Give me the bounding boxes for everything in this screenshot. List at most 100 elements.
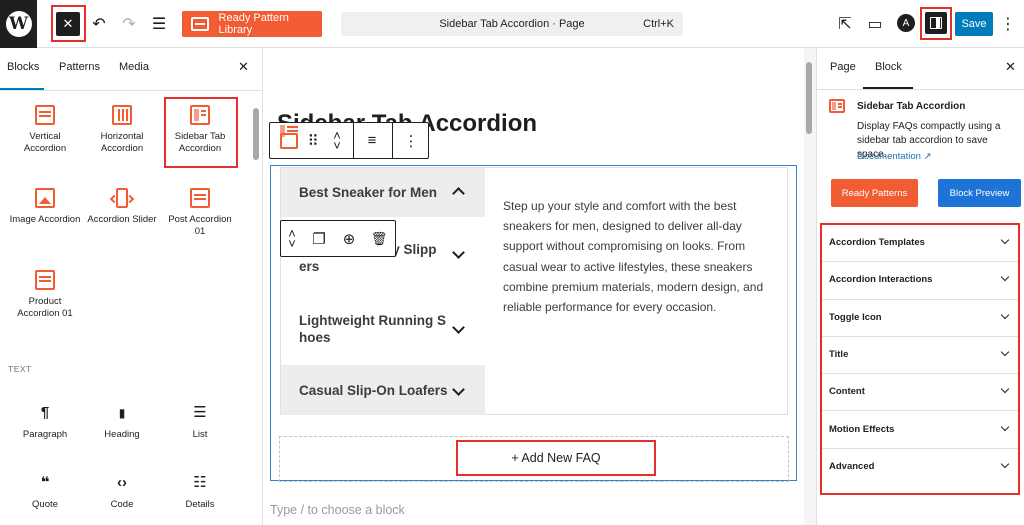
code-icon: ‹› [117,474,127,491]
panel-title[interactable]: Title [822,337,1018,375]
panel-label: Accordion Templates [829,237,925,248]
faq-tab-item[interactable]: Lightweight Running Shoes [281,284,485,365]
settings-sidebar: Page Block ✕ Sidebar Tab Accordion Displ… [816,48,1024,525]
accordion-container: Best Sneaker for Men by Slipp ers Lightwe… [280,167,788,415]
tab-media[interactable]: Media [119,61,149,73]
panel-accordion-interactions[interactable]: Accordion Interactions [822,262,1018,300]
align-icon[interactable]: ≡ [358,123,386,158]
block-list[interactable]: ☰ List [164,403,236,441]
editor-canvas: Sidebar Tab Accordion ⠿ ˄ ˅ ≡ ⋮ Best Sne… [263,48,816,525]
panel-label: Motion Effects [829,423,895,435]
block-label: Horizontal Accordion [100,131,144,154]
block-preview-button[interactable]: Block Preview [938,179,1021,207]
panel-label: Title [829,348,849,360]
ready-patterns-button[interactable]: Ready Patterns [831,179,918,207]
close-sidebar-icon[interactable]: ✕ [1005,59,1016,75]
add-new-faq-button[interactable]: + Add New FAQ [456,440,656,476]
move-buttons[interactable]: ˄ ˅ [326,123,348,158]
faq-tab-item[interactable]: Best Sneaker for Men [281,168,485,217]
tab-blocks[interactable]: Blocks [7,61,39,73]
panel-motion-effects[interactable]: Motion Effects [822,412,1018,449]
duplicate-icon[interactable]: ❐ [307,221,331,256]
chevron-down-icon [452,383,465,396]
drag-handle-icon[interactable]: ⠿ [304,123,322,158]
panel-label: Toggle Icon [829,311,882,323]
list-icon: ☰ [193,404,207,421]
block-post-accordion[interactable]: Post Accordion 01 [164,188,236,238]
horizontal-accordion-icon [112,105,132,125]
block-type-button[interactable] [278,123,300,158]
preview-device-icon[interactable]: ▭ [865,14,885,34]
block-product-accordion[interactable]: Product Accordion 01 [9,270,81,320]
panel-toggle-icon[interactable]: Toggle Icon [822,300,1018,337]
block-appender-placeholder[interactable]: Type / to choose a block [270,503,405,517]
ready-pattern-library-button[interactable]: Ready Pattern Library [182,11,322,37]
command-palette-bar[interactable]: Sidebar Tab Accordion · Page Ctrl+K [341,12,683,36]
options-menu-icon[interactable]: ⋮ [998,14,1018,34]
panel-advanced[interactable]: Advanced [822,449,1018,486]
block-sidebar-tab-accordion[interactable]: Sidebar Tab Accordion [164,105,236,155]
panel-label: Advanced [829,460,875,472]
documentation-link[interactable]: Documentation ↗ [857,151,932,162]
save-button[interactable]: Save [955,12,993,36]
faq-answer-text: Step up your style and comfort with the … [503,199,764,315]
post-accordion-icon [190,188,210,208]
block-details[interactable]: ☷ Details [164,473,236,511]
block-label: Product Accordion 01 [17,296,73,319]
close-inserter-icon[interactable]: ✕ [238,59,249,75]
block-accordion-slider[interactable]: Accordion Slider [86,188,158,226]
tab-page[interactable]: Page [830,61,856,73]
block-inserter-panel: Blocks Patterns Media ✕ Vertical Accordi… [0,48,263,525]
block-code[interactable]: ‹› Code [86,473,158,511]
astra-settings-icon[interactable]: A [897,14,915,32]
faq-tab-item[interactable]: Casual Slip-On Loafers [281,365,485,415]
pattern-library-icon [191,17,209,31]
editor-top-bar: W ✕ ↶ ↷ ☰ Ready Pattern Library Sidebar … [0,0,1024,48]
inserter-scrollbar[interactable] [253,108,259,160]
panel-content[interactable]: Content [822,374,1018,412]
chevron-down-icon [1000,347,1010,357]
canvas-scrollbar[interactable] [806,62,812,134]
move-down-icon[interactable]: ˅ [333,139,341,152]
chevron-down-icon [1000,235,1010,245]
block-label: Sidebar Tab Accordion [174,131,226,154]
block-label: Details [185,499,215,510]
chevron-down-icon [1000,273,1010,282]
document-overview-icon[interactable]: ☰ [149,14,169,34]
chevron-down-icon [1000,459,1010,469]
chevron-down-icon [452,321,465,334]
divider [392,123,393,158]
view-page-icon[interactable]: ⇱ [835,14,855,34]
block-quote[interactable]: ❝ Quote [9,473,81,511]
add-item-icon[interactable]: ⊕ [337,221,361,256]
block-horizontal-accordion[interactable]: Horizontal Accordion [86,105,158,155]
chevron-down-icon [1000,384,1010,394]
block-label: Image Accordion [9,214,81,225]
block-options-icon[interactable]: ⋮ [398,123,424,158]
block-label: Accordion Slider [87,214,157,225]
command-shortcut: Ctrl+K [643,18,674,30]
move-down-icon[interactable]: ˅ [288,237,296,250]
delete-icon[interactable]: 🗑 [367,221,391,256]
sidebar-tab-accordion-block[interactable]: Best Sneaker for Men by Slipp ers Lightwe… [270,165,797,481]
move-buttons[interactable]: ˄ ˅ [283,221,301,256]
panel-accordion-templates[interactable]: Accordion Templates [822,225,1018,263]
divider [0,90,262,91]
close-inserter-button[interactable]: ✕ [56,12,80,36]
wordpress-icon: W [5,11,32,37]
block-heading[interactable]: ▮ Heading [86,403,158,441]
block-label: Quote [32,499,58,510]
tab-block[interactable]: Block [875,61,902,73]
undo-icon[interactable]: ↶ [89,14,109,34]
block-label: List [192,429,208,440]
block-image-accordion[interactable]: Image Accordion [9,188,81,226]
block-paragraph[interactable]: ¶ Paragraph [9,403,81,441]
faq-tab-label: Best Sneaker for Men [299,185,438,200]
sidebar-tab-accordion-icon [190,105,210,125]
details-icon: ☷ [193,474,207,491]
settings-sidebar-toggle[interactable] [925,12,947,34]
block-vertical-accordion[interactable]: Vertical Accordion [9,105,81,155]
wordpress-logo[interactable]: W [0,0,37,48]
tab-patterns[interactable]: Patterns [59,61,100,73]
redo-icon[interactable]: ↷ [119,14,139,34]
